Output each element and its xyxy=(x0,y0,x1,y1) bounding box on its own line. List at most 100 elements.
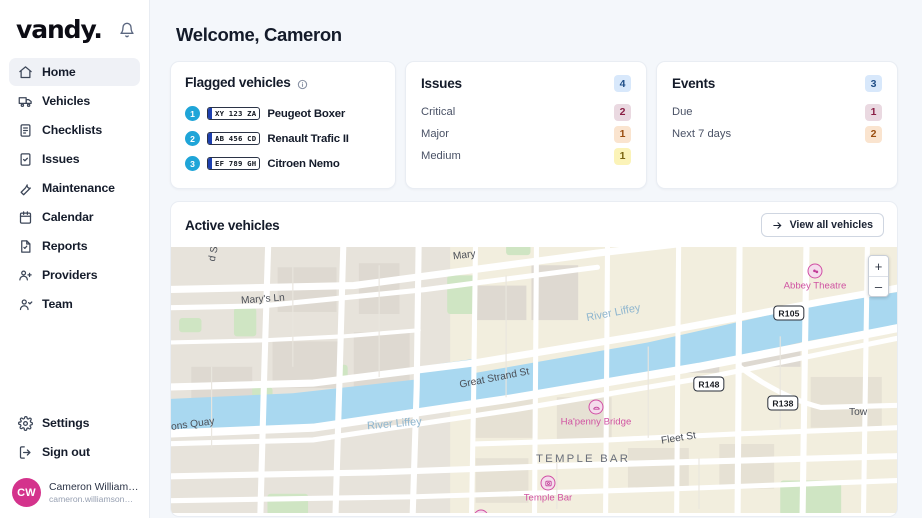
home-icon xyxy=(18,65,33,80)
list-item[interactable]: 3 EF 789 GH Citroen Nemo xyxy=(185,151,381,176)
app-root: vandy. Home Vehicles Checklists Issues M… xyxy=(0,0,922,518)
sidebar-item-label: Maintenance xyxy=(42,181,115,195)
gear-icon xyxy=(18,415,33,431)
plate-number: AB 456 CD xyxy=(215,134,257,143)
license-plate: EF 789 GH xyxy=(207,157,261,170)
map-poi-label: Ha'penny Bridge xyxy=(560,416,632,428)
issues-card: Issues 4 Critical 2 Major 1 Medium 1 xyxy=(405,61,647,189)
severity-label: Medium xyxy=(421,150,461,162)
plate-number: XY 123 ZA xyxy=(215,109,257,118)
sidebar-item-label: Home xyxy=(42,65,76,79)
issues-header: Issues 4 xyxy=(421,75,631,92)
user-profile[interactable]: CW Cameron William… cameron.williamson… xyxy=(9,476,145,509)
status-badge: 1 xyxy=(865,103,882,121)
sign-out-icon xyxy=(18,445,33,460)
sidebar-item-providers[interactable]: Providers xyxy=(9,261,140,289)
issues-icon xyxy=(18,152,33,167)
map-poi-temple-bar[interactable]: Temple Bar xyxy=(524,475,572,504)
vehicle-name: Peugeot Boxer xyxy=(267,107,346,120)
active-vehicles-panel: Active vehicles View all vehicles Mary's… xyxy=(170,201,898,517)
info-icon[interactable] xyxy=(297,77,308,90)
sidebar-item-sign-out[interactable]: Sign out xyxy=(9,438,140,466)
map-poi-hapenny-bridge[interactable]: Ha'penny Bridge xyxy=(561,399,631,428)
sidebar-item-calendar[interactable]: Calendar xyxy=(9,203,140,231)
wrench-icon xyxy=(18,181,33,196)
status-badge: 1 xyxy=(614,147,631,165)
issues-title: Issues xyxy=(421,76,462,91)
main-content: Welcome, Cameron Flagged vehicles 1 XY 1… xyxy=(150,0,922,518)
sidebar-item-vehicles[interactable]: Vehicles xyxy=(9,87,140,115)
sidebar-item-label: Sign out xyxy=(42,445,90,459)
list-item[interactable]: Major 1 xyxy=(421,123,631,145)
list-item[interactable]: Critical 2 xyxy=(421,101,631,123)
map-poi-abbey-theatre[interactable]: Abbey Theatre xyxy=(784,263,846,292)
summary-cards-row: Flagged vehicles 1 XY 123 ZA Peugeot Box… xyxy=(170,61,898,189)
issues-total-badge: 4 xyxy=(614,75,631,92)
theatre-icon xyxy=(473,509,489,513)
severity-label: Critical xyxy=(421,106,456,118)
event-label: Due xyxy=(672,106,693,118)
user-meta: Cameron William… cameron.williamson… xyxy=(49,481,139,505)
bell-icon[interactable] xyxy=(119,22,135,38)
user-name: Cameron William… xyxy=(49,481,139,493)
sidebar-item-team[interactable]: Team xyxy=(9,290,140,318)
events-total-badge: 3 xyxy=(865,75,882,92)
sidebar-item-label: Reports xyxy=(42,239,88,253)
sidebar-item-checklists[interactable]: Checklists xyxy=(9,116,140,144)
theatre-icon xyxy=(807,263,823,279)
map-route-shield: R105 xyxy=(773,305,805,321)
sidebar-item-reports[interactable]: Reports xyxy=(9,232,140,260)
map-zoom-in-button[interactable]: + xyxy=(869,256,888,276)
user-email: cameron.williamson… xyxy=(49,493,134,504)
events-card: Events 3 Due 1 Next 7 days 2 xyxy=(656,61,898,189)
checklist-icon xyxy=(18,123,33,138)
rank-badge: 2 xyxy=(185,131,200,146)
bridge-icon xyxy=(588,399,604,415)
list-item[interactable]: 2 AB 456 CD Renault Trafic II xyxy=(185,126,381,151)
license-plate: XY 123 ZA xyxy=(207,107,261,120)
status-badge: 2 xyxy=(614,103,631,121)
list-item[interactable]: Medium 1 xyxy=(421,145,631,167)
list-item[interactable]: 1 XY 123 ZA Peugeot Boxer xyxy=(185,101,381,126)
active-vehicles-header: Active vehicles View all vehicles xyxy=(171,202,897,247)
app-logo[interactable]: vandy. xyxy=(16,15,103,44)
arrow-right-icon xyxy=(772,220,783,231)
list-item[interactable]: Next 7 days 2 xyxy=(672,123,882,145)
vehicle-map[interactable]: Mary's Ln Mary d St Great Strand St ons … xyxy=(171,247,897,513)
sidebar-item-label: Settings xyxy=(42,416,90,430)
logo-text: vandy. xyxy=(16,15,103,44)
sidebar-item-issues[interactable]: Issues xyxy=(9,145,140,173)
flagged-vehicles-title: Flagged vehicles xyxy=(185,75,291,90)
page-title: Welcome, Cameron xyxy=(176,24,342,45)
sidebar-item-settings[interactable]: Settings xyxy=(9,409,140,437)
view-all-vehicles-button[interactable]: View all vehicles xyxy=(760,213,884,237)
sidebar-item-label: Checklists xyxy=(42,123,103,137)
flagged-vehicles-card: Flagged vehicles 1 XY 123 ZA Peugeot Box… xyxy=(170,61,396,189)
list-item[interactable]: Due 1 xyxy=(672,101,882,123)
vehicle-icon xyxy=(18,94,33,109)
calendar-icon xyxy=(18,210,33,225)
vehicle-name: Renault Trafic II xyxy=(267,132,349,145)
sidebar-item-maintenance[interactable]: Maintenance xyxy=(9,174,140,202)
reports-icon xyxy=(18,239,33,254)
team-icon xyxy=(18,297,33,312)
sidebar-item-label: Calendar xyxy=(42,210,94,224)
sidebar-item-label: Providers xyxy=(42,268,98,282)
plate-number: EF 789 GH xyxy=(215,159,257,168)
event-label: Next 7 days xyxy=(672,128,732,140)
sidebar-item-label: Vehicles xyxy=(42,94,91,108)
map-zoom-out-button[interactable]: – xyxy=(869,276,888,296)
map-route-shield: R138 xyxy=(767,395,799,411)
status-badge: 1 xyxy=(614,125,631,143)
vehicle-name: Citroen Nemo xyxy=(267,157,340,170)
brand-row: vandy. xyxy=(9,0,140,56)
sidebar-nav: Home Vehicles Checklists Issues Maintena… xyxy=(9,58,140,318)
map-poi-olympia-theatre[interactable]: Olympia Theatre xyxy=(473,509,489,513)
sidebar-item-home[interactable]: Home xyxy=(9,58,140,86)
map-poi-label: Temple Bar xyxy=(523,492,573,504)
flagged-vehicles-header: Flagged vehicles xyxy=(185,75,381,90)
sidebar-bottom-nav: Settings Sign out xyxy=(9,409,140,466)
map-zoom-controls: + – xyxy=(868,255,889,297)
license-plate: AB 456 CD xyxy=(207,132,261,145)
active-vehicles-title: Active vehicles xyxy=(185,217,280,233)
